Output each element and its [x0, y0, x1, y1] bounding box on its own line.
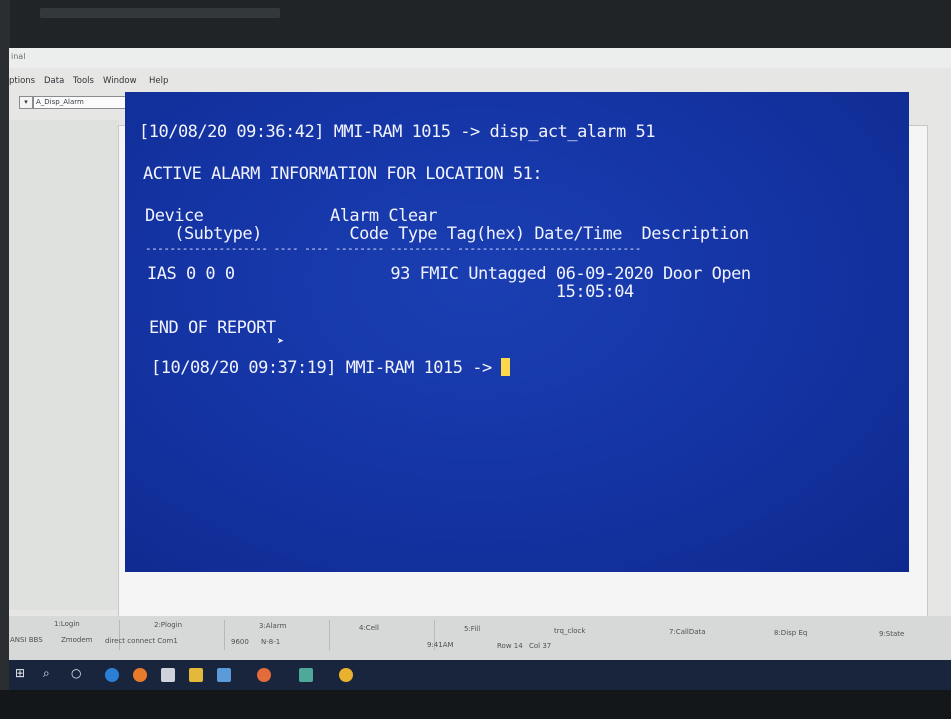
monitor-bezel-top: [0, 0, 951, 48]
window-title: inal: [11, 52, 26, 61]
fkey-state[interactable]: 9:State: [879, 630, 904, 638]
connection-label: direct connect Com1: [105, 637, 178, 645]
parity-label: N-8-1: [261, 638, 281, 646]
network-app-icon[interactable]: [299, 668, 313, 682]
menu-tools[interactable]: Tools: [73, 76, 94, 86]
row-indicator: Row 14: [497, 642, 523, 650]
menu-window[interactable]: Window: [103, 76, 137, 86]
text-cursor: [501, 358, 511, 376]
table-header-rule: -------------------- ---- ---- -------- …: [145, 242, 641, 255]
col-indicator: Col 37: [529, 642, 552, 650]
fkey-cell[interactable]: 4:Cell: [359, 624, 379, 632]
status-divider: [224, 620, 225, 650]
menu-data[interactable]: Data: [44, 76, 64, 86]
firefox-icon[interactable]: [133, 668, 147, 682]
bezel-reflection: [40, 8, 280, 18]
fkey-trq-clock[interactable]: trq_clock: [554, 627, 585, 635]
fkey-login[interactable]: 1:Login: [54, 620, 80, 628]
clock-label: 9:41AM: [427, 641, 454, 649]
status-divider: [329, 620, 330, 650]
table-header-row-1: Device Alarm Clear: [145, 206, 438, 226]
menu-help[interactable]: Help: [149, 76, 168, 86]
fkey-calldata[interactable]: 7:CallData: [669, 628, 706, 636]
mouse-pointer-icon: ➤: [277, 334, 285, 348]
file-explorer-icon[interactable]: [189, 668, 203, 682]
table-row: IAS 0 0 0 93 FMIC Untagged 06-09-2020 Do…: [147, 264, 751, 284]
title-bar: inal: [9, 48, 951, 68]
prompt-line: [10/08/20 09:37:19] MMI-RAM 1015 ->: [151, 358, 511, 378]
terminal-screen[interactable]: [10/08/20 09:36:42] MMI-RAM 1015 -> disp…: [125, 92, 909, 572]
chrome-icon[interactable]: [339, 668, 353, 682]
start-icon[interactable]: ⊞: [15, 666, 25, 680]
fkey-alarm[interactable]: 3:Alarm: [259, 622, 286, 630]
session-dropdown-arrow[interactable]: ▾: [19, 96, 33, 109]
baud-label: 9600: [231, 638, 249, 646]
menu-bar: ptions Data Tools Window Help: [9, 74, 951, 90]
prompt-text: [10/08/20 09:37:19] MMI-RAM 1015 ->: [151, 358, 502, 378]
status-divider: [119, 620, 120, 650]
fkey-plogin[interactable]: 2:Plogin: [154, 621, 182, 629]
table-header-row-2: (Subtype) Code Type Tag(hex) Date/Time D…: [145, 224, 749, 244]
table-row-continuation: 15:05:04: [147, 282, 634, 302]
menu-options[interactable]: ptions: [9, 76, 35, 86]
report-heading: ACTIVE ALARM INFORMATION FOR LOCATION 51…: [143, 164, 543, 184]
monitor-bezel-bottom: [0, 690, 951, 719]
left-panel: [9, 120, 119, 610]
taskbar: ⊞ ⌕ ○: [9, 660, 951, 690]
terminal-app-icon[interactable]: [257, 668, 271, 682]
store-icon[interactable]: [161, 668, 175, 682]
settings-app-icon[interactable]: [217, 668, 231, 682]
protocol-label: Zmodem: [61, 636, 93, 644]
fkey-disp-eq[interactable]: 8:Disp Eq: [774, 629, 807, 637]
task-view-icon[interactable]: ○: [71, 666, 81, 680]
status-bar: 1:Login 2:Plogin 3:Alarm 4:Cell 5:Fill t…: [9, 616, 951, 660]
emulation-label: ANSI BBS: [10, 636, 43, 644]
fkey-fill[interactable]: 5:Fill: [464, 625, 480, 633]
command-line: [10/08/20 09:36:42] MMI-RAM 1015 -> disp…: [139, 122, 655, 142]
search-icon[interactable]: ⌕: [43, 666, 50, 681]
edge-icon[interactable]: [105, 668, 119, 682]
end-of-report: END OF REPORT: [149, 318, 276, 338]
